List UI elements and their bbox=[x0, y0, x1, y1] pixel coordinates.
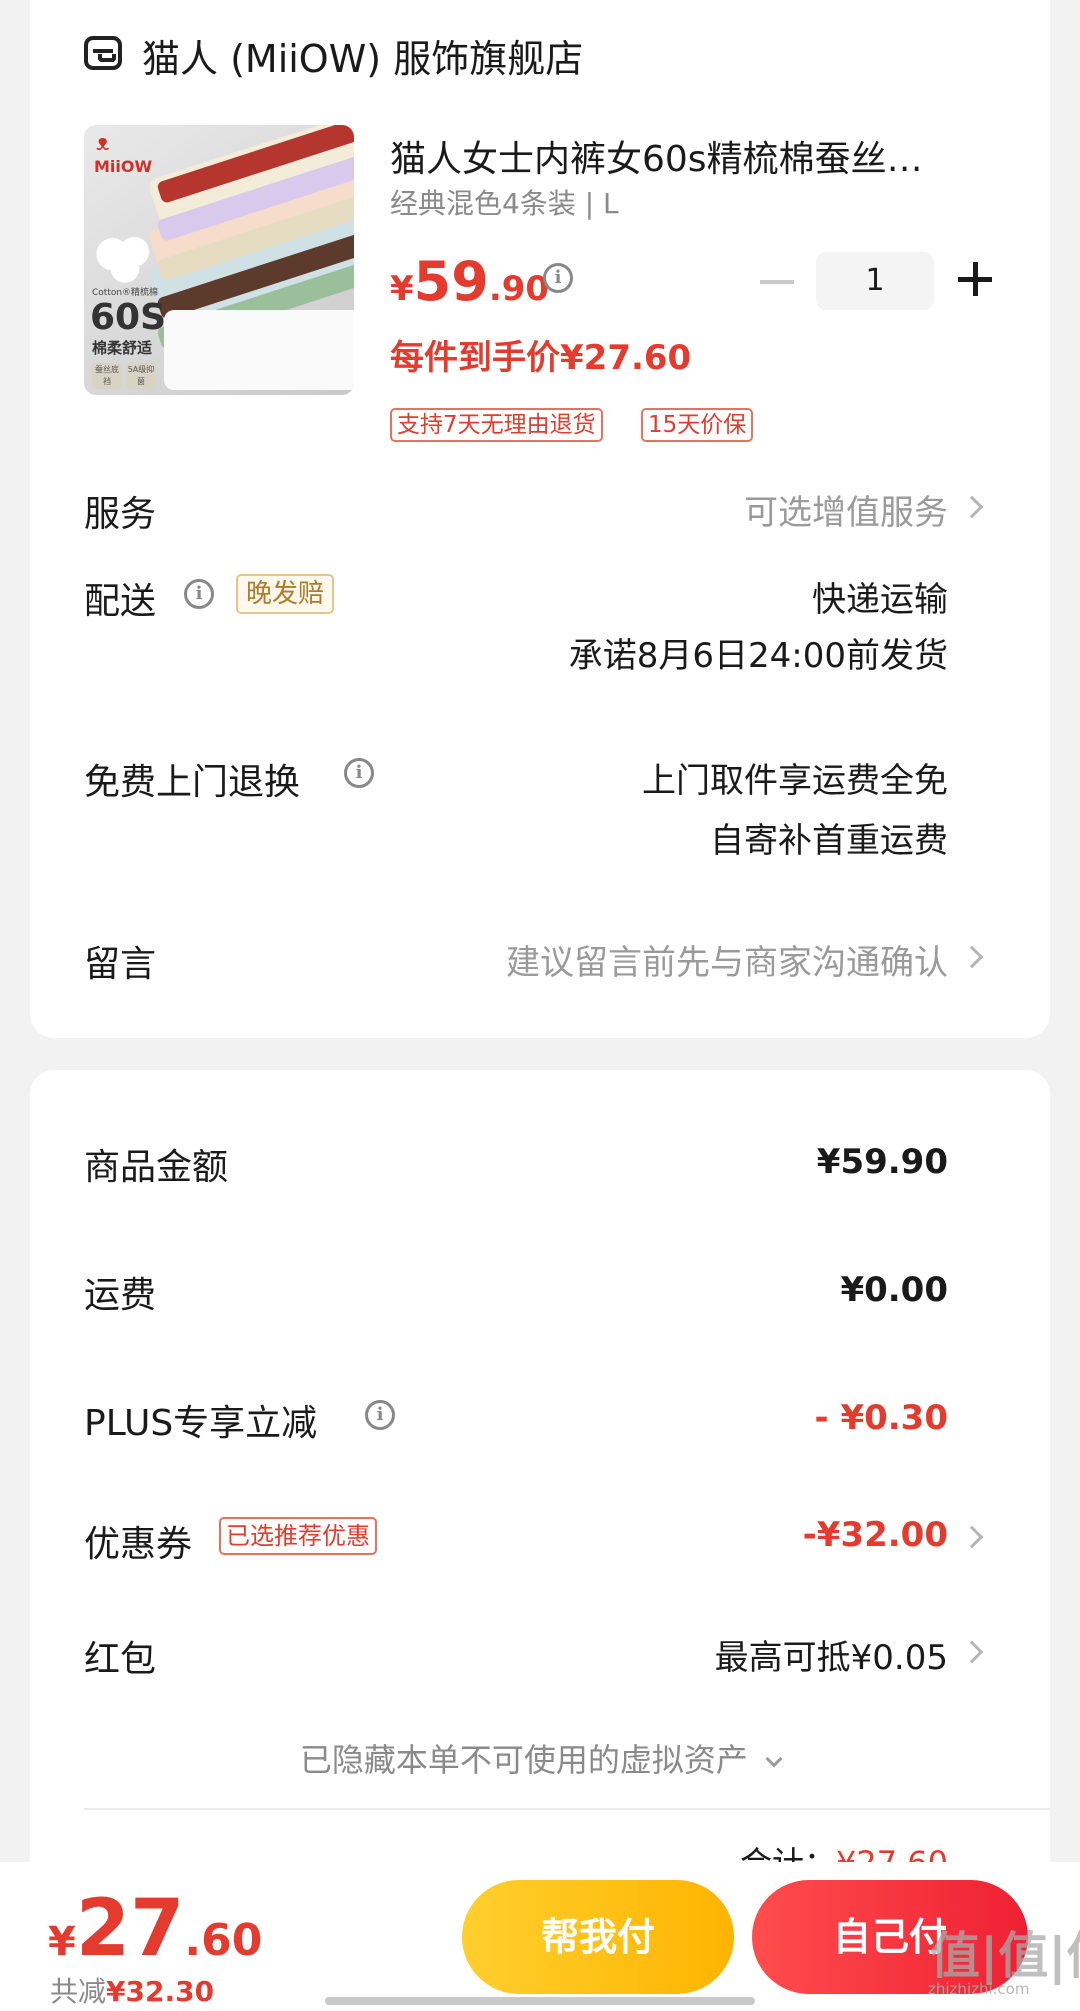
hidden-assets-text: 已隐藏本单不可使用的虚拟资产 bbox=[299, 1741, 748, 1779]
shipping-value: ¥0.00 bbox=[840, 1270, 948, 1310]
delivery-info-icon[interactable]: i bbox=[184, 579, 214, 609]
price-protection-tag: 15天价保 bbox=[641, 408, 754, 442]
unit-price: 每件到手价¥27.60 bbox=[390, 338, 692, 378]
goods-amount-value: ¥59.90 bbox=[816, 1142, 948, 1182]
return-info-icon[interactable]: i bbox=[344, 758, 374, 788]
plus-discount-value: - ¥0.30 bbox=[814, 1398, 949, 1438]
delivery-method[interactable]: 快递运输 bbox=[812, 572, 948, 621]
home-indicator[interactable] bbox=[325, 1997, 755, 2005]
brand-cat-icon: ᴥ bbox=[96, 131, 110, 156]
product-image[interactable]: ᴥ MiiOW Cotton®精梳棉 60S 棉柔舒适 蚕丝底裆 5A级抑菌 bbox=[84, 125, 354, 395]
service-value[interactable]: 可选增值服务 bbox=[744, 485, 948, 534]
image-badge: 5A级抑菌 bbox=[126, 363, 156, 389]
cotton-icon bbox=[94, 235, 156, 283]
price-decimal: .90 bbox=[488, 269, 550, 309]
return-value-self-ship: 自寄补首重运费 bbox=[710, 821, 948, 861]
image-caption-big: 60S bbox=[90, 297, 167, 338]
brand-logo-text: MiiOW bbox=[94, 157, 153, 176]
price-info-icon[interactable]: i bbox=[543, 263, 573, 293]
coupon-label: 优惠券 bbox=[84, 1524, 193, 1565]
store-icon bbox=[84, 36, 122, 70]
final-price-decimal: .60 bbox=[184, 1915, 263, 1966]
checkout-bar: ¥27.60 共减¥32.30 帮我付 自己付 值|值|值 zhizhizhi.… bbox=[0, 1862, 1080, 2011]
return-value-pickup: 上门取件享运费全免 bbox=[642, 761, 948, 801]
watermark-url: zhizhizhi.com bbox=[928, 1980, 1030, 1998]
divider bbox=[84, 1808, 1050, 1810]
delivery-label: 配送 bbox=[84, 581, 157, 622]
delivery-promise: 承诺8月6日24:00前发货 bbox=[568, 636, 948, 676]
red-packet-value[interactable]: 最高可抵¥0.05 bbox=[715, 1630, 948, 1679]
return-policy-tag: 支持7天无理由退货 bbox=[390, 408, 603, 442]
quantity-decrease-button[interactable] bbox=[760, 280, 794, 284]
price-integer: 59 bbox=[413, 250, 489, 313]
image-caption-sub: 棉柔舒适 bbox=[92, 339, 153, 357]
red-packet-label: 红包 bbox=[84, 1639, 157, 1680]
service-label: 服务 bbox=[84, 494, 157, 535]
product-price: ¥59.90 bbox=[390, 250, 549, 313]
late-compensation-tag: 晚发赔 bbox=[236, 574, 335, 614]
watermark: 值|值|值 bbox=[930, 1927, 1080, 1985]
total-saved-label: 共减 bbox=[50, 1975, 107, 2008]
image-badge: 蚕丝底裆 bbox=[92, 363, 122, 389]
quantity-input[interactable]: 1 bbox=[816, 252, 934, 310]
final-price-integer: 27 bbox=[75, 1884, 185, 1974]
total-saved: 共减¥32.30 bbox=[50, 1970, 214, 2010]
store-name[interactable]: 猫人 (MiiOW) 服饰旗舰店 bbox=[142, 28, 583, 83]
chevron-down-icon bbox=[765, 1750, 783, 1768]
product-spec[interactable]: 经典混色4条装 | L bbox=[390, 182, 619, 222]
friend-pay-button[interactable]: 帮我付 bbox=[462, 1880, 734, 1994]
product-title[interactable]: 猫人女士内裤女60s精梳棉蚕丝… bbox=[390, 130, 970, 182]
hidden-assets-toggle[interactable]: 已隐藏本单不可使用的虚拟资产 bbox=[0, 1735, 1080, 1781]
free-return-label: 免费上门退换 bbox=[84, 762, 301, 803]
garment-shape bbox=[164, 310, 354, 390]
total-saved-value: ¥32.30 bbox=[106, 1975, 215, 2008]
message-label: 留言 bbox=[84, 944, 157, 985]
coupon-recommended-tag: 已选推荐优惠 bbox=[219, 1517, 377, 1555]
final-price-currency: ¥ bbox=[48, 1919, 76, 1965]
coupon-value[interactable]: -¥32.00 bbox=[803, 1515, 948, 1555]
plus-info-icon[interactable]: i bbox=[365, 1400, 395, 1430]
plus-discount-label: PLUS专享立减 bbox=[84, 1403, 318, 1444]
goods-amount-label: 商品金额 bbox=[84, 1147, 229, 1188]
shipping-label: 运费 bbox=[84, 1275, 157, 1316]
quantity-increase-button[interactable] bbox=[958, 262, 992, 296]
message-input[interactable]: 建议留言前先与商家沟通确认 bbox=[506, 935, 948, 984]
final-price: ¥27.60 bbox=[48, 1884, 262, 1974]
price-currency: ¥ bbox=[390, 269, 414, 309]
